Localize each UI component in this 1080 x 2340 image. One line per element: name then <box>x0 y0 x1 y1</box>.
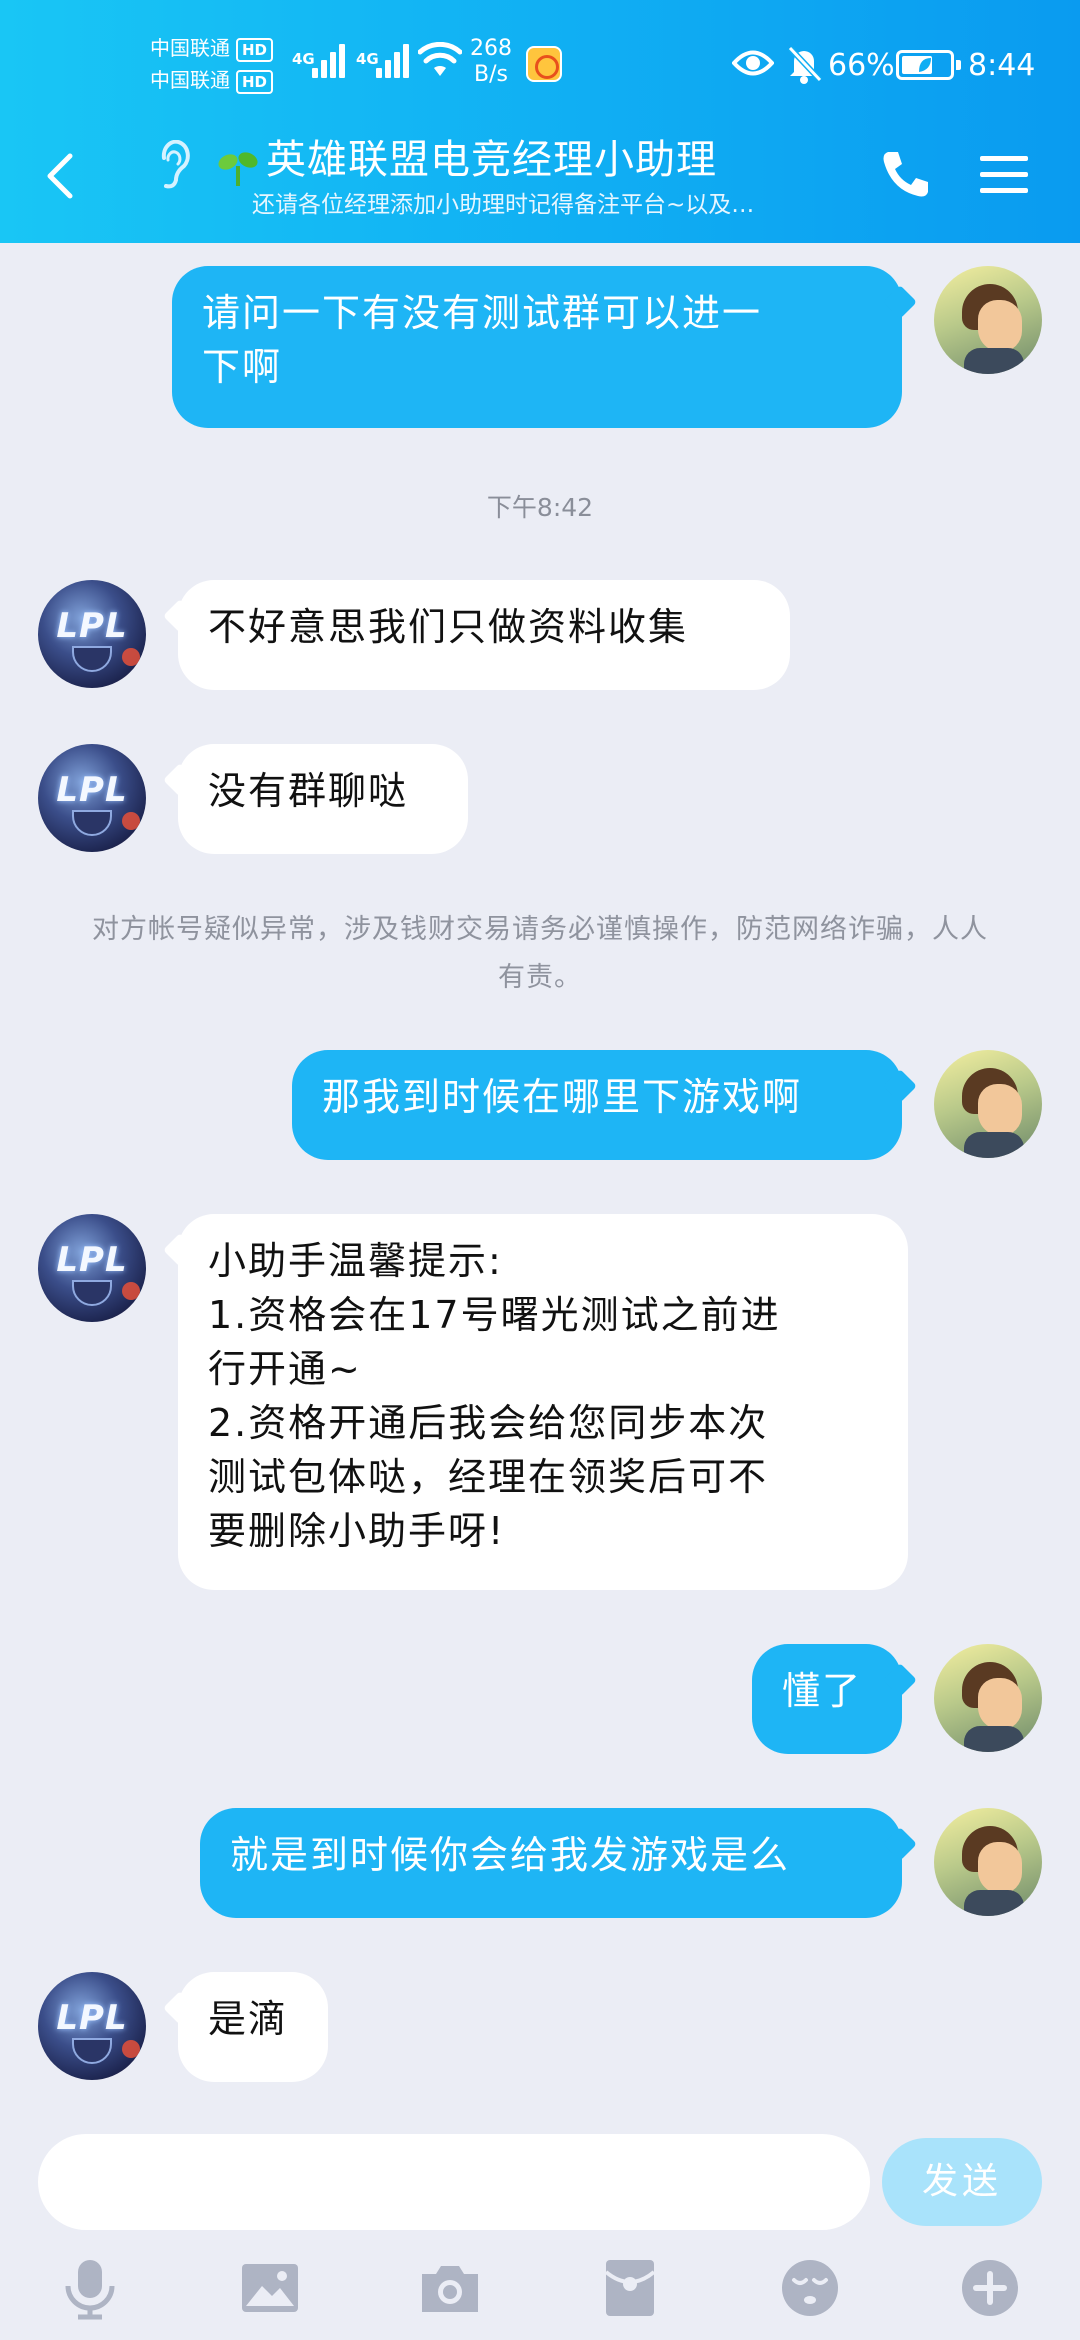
ear-icon[interactable] <box>154 140 190 192</box>
red-packet-icon[interactable] <box>598 2256 662 2320</box>
lpl-logo-text: LPL <box>56 770 128 810</box>
eye-icon <box>732 50 774 76</box>
lpl-logo-text: LPL <box>56 1240 128 1280</box>
message-timestamp: 下午8:42 <box>486 493 594 522</box>
contact-avatar[interactable]: LPL <box>38 580 146 688</box>
clock: 8:44 <box>968 48 1036 83</box>
signal-icon <box>372 38 414 78</box>
status-bar: 中国联通 HD 中国联通 HD 4G 4G 268 B/s 66% 8:44 <box>0 0 1080 130</box>
bell-muted-icon <box>787 45 822 84</box>
carrier-1-label: 中国联通 <box>150 36 230 60</box>
message-bubble[interactable]: 就是到时候你会给我发游戏是么 <box>200 1808 902 1918</box>
sprout-icon <box>218 152 258 186</box>
battery-percent: 66% <box>828 48 895 83</box>
carrier-2-label: 中国联通 <box>150 68 230 92</box>
hd-badge: HD <box>236 38 274 62</box>
wifi-icon <box>418 42 462 76</box>
signal-icon <box>308 38 350 78</box>
microphone-icon[interactable] <box>58 2256 122 2320</box>
menu-icon[interactable] <box>978 150 1030 198</box>
chat-title[interactable]: 英雄联盟电竞经理小助理 <box>266 134 717 186</box>
battery-icon <box>896 50 961 80</box>
message-bubble[interactable]: 没有群聊哒 <box>178 744 468 854</box>
message-bubble[interactable]: 懂了 <box>752 1644 902 1754</box>
lpl-logo-text: LPL <box>56 1998 128 2038</box>
carrier-1: 中国联通 HD <box>150 36 274 62</box>
back-button[interactable] <box>38 150 82 202</box>
message-bubble[interactable]: 请问一下有没有测试群可以进一 下啊 <box>172 266 902 428</box>
chat-subtitle[interactable]: 还请各位经理添加小助理时记得备注平台~以及… <box>252 190 754 220</box>
contact-avatar[interactable]: LPL <box>38 744 146 852</box>
user-avatar[interactable] <box>934 1644 1042 1752</box>
network-speed: 268 B/s <box>470 36 512 88</box>
leaf-icon <box>919 58 931 72</box>
lpl-logo-text: LPL <box>56 606 128 646</box>
message-bubble[interactable]: 不好意思我们只做资料收集 <box>178 580 790 690</box>
send-button[interactable]: 发送 <box>882 2138 1042 2226</box>
message-bubble[interactable]: 是滴 <box>178 1972 328 2082</box>
hd-badge: HD <box>236 70 274 94</box>
phone-icon[interactable] <box>878 146 934 202</box>
carrier-2: 中国联通 HD <box>150 68 274 94</box>
contact-avatar[interactable]: LPL <box>38 1972 146 2080</box>
user-avatar[interactable] <box>934 1808 1042 1916</box>
plus-icon[interactable] <box>958 2256 1022 2320</box>
image-icon[interactable] <box>238 2256 302 2320</box>
message-bubble[interactable]: 小助手温馨提示: 1.资格会在17号曙光测试之前进 行开通~ 2.资格开通后我会… <box>178 1214 908 1590</box>
app-notification-icon <box>526 46 562 82</box>
camera-icon[interactable] <box>418 2256 482 2320</box>
security-notice: 对方帐号疑似异常，涉及钱财交易请务必谨慎操作，防范网络诈骗，人人有责。 <box>92 914 988 993</box>
user-avatar[interactable] <box>934 266 1042 374</box>
speed-unit: B/s <box>474 62 508 87</box>
chat-header: 中国联通 HD 中国联通 HD 4G 4G 268 B/s 66% 8:44 英… <box>0 0 1080 243</box>
user-avatar[interactable] <box>934 1050 1042 1158</box>
speed-value: 268 <box>470 36 512 61</box>
message-bubble[interactable]: 那我到时候在哪里下游戏啊 <box>292 1050 902 1160</box>
contact-avatar[interactable]: LPL <box>38 1214 146 1322</box>
emoji-icon[interactable] <box>778 2256 842 2320</box>
message-input[interactable] <box>38 2134 870 2230</box>
